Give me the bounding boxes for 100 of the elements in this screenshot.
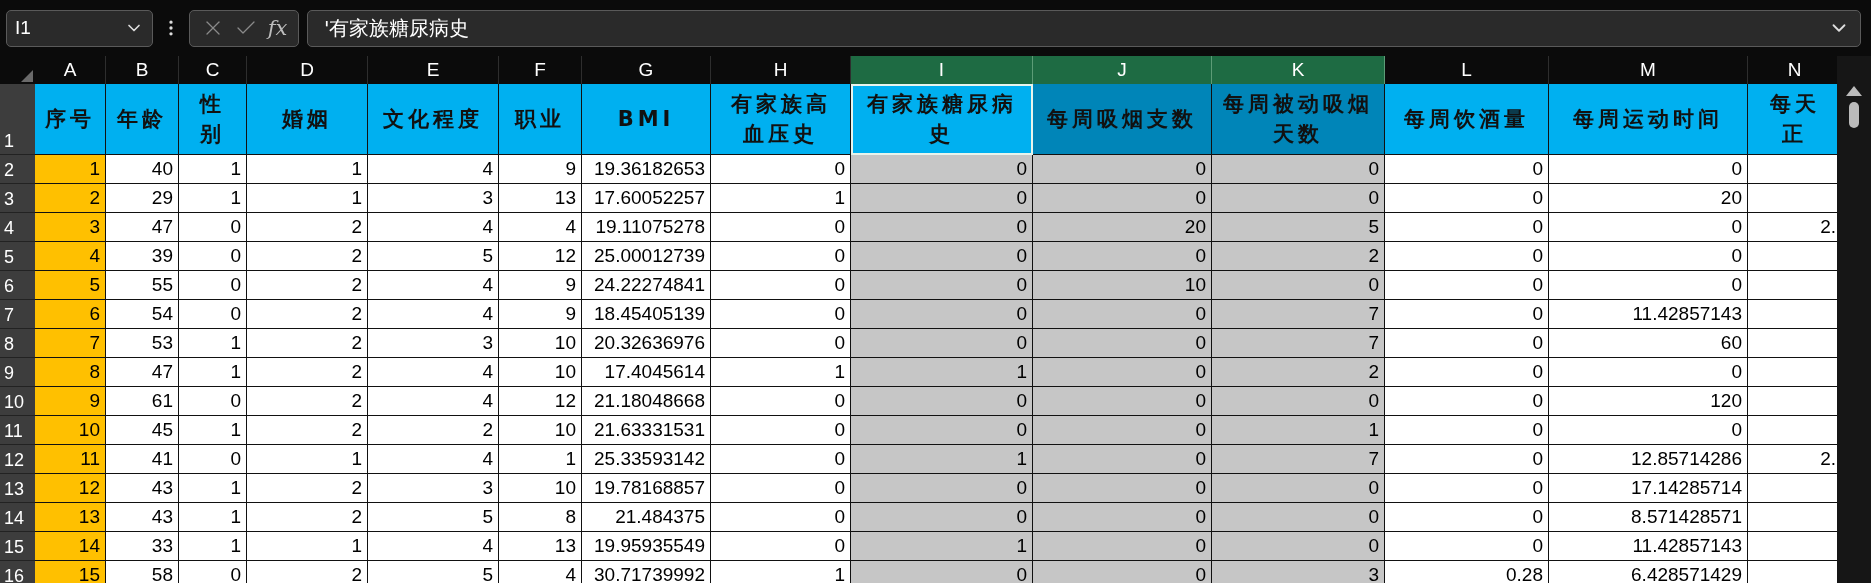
table-cell: 0 — [179, 271, 247, 300]
table-cell: 0 — [1385, 503, 1549, 532]
table-cell: 0 — [1033, 387, 1212, 416]
heading-cell: 每周饮酒量 — [1385, 84, 1549, 155]
table-cell: 10 — [35, 416, 106, 445]
scroll-thumb[interactable] — [1849, 102, 1859, 128]
table-cell: 0 — [1385, 242, 1549, 271]
table-cell: 29 — [106, 184, 179, 213]
table-cell: 0 — [711, 387, 851, 416]
table-cell: 4 — [368, 445, 499, 474]
table-cell: 30.71739992 — [582, 561, 711, 583]
row-header[interactable]: 3 — [0, 184, 35, 213]
table-cell: 0 — [1033, 155, 1212, 184]
row-header[interactable]: 9 — [0, 358, 35, 387]
table-cell: 13 — [35, 503, 106, 532]
table-cell: 2 — [247, 474, 368, 503]
row-header[interactable]: 15 — [0, 532, 35, 561]
row-header[interactable]: 14 — [0, 503, 35, 532]
table-cell: 2 — [247, 300, 368, 329]
heading-cell: 婚姻 — [247, 84, 368, 155]
formula-field[interactable]: '有家族糖尿病史 — [307, 9, 1861, 47]
table-cell: 0 — [1385, 358, 1549, 387]
table-cell: 1 — [179, 358, 247, 387]
column-header[interactable]: K — [1212, 56, 1385, 84]
table-cell: 1 — [247, 532, 368, 561]
vertical-scrollbar[interactable] — [1837, 56, 1871, 583]
row-header[interactable]: 8 — [0, 329, 35, 358]
row-header[interactable]: 11 — [0, 416, 35, 445]
table-cell: 4 — [368, 271, 499, 300]
table-cell: 58 — [106, 561, 179, 583]
table-cell: 2 — [247, 329, 368, 358]
heading-cell: 序号 — [35, 84, 106, 155]
table-cell: 43 — [106, 503, 179, 532]
table-cell: 2 — [247, 416, 368, 445]
table-cell: 0 — [1385, 445, 1549, 474]
table-cell: 4 — [499, 561, 582, 583]
table-cell: 2 — [247, 358, 368, 387]
row-header[interactable]: 6 — [0, 271, 35, 300]
table-cell: 0 — [1212, 387, 1385, 416]
row-header[interactable]: 10 — [0, 387, 35, 416]
table-cell: 1 — [179, 532, 247, 561]
table-cell: 1 — [35, 155, 106, 184]
table-cell: 0 — [1549, 213, 1748, 242]
table-cell: 0 — [1212, 184, 1385, 213]
row-header[interactable]: 4 — [0, 213, 35, 242]
table-cell: 4 — [499, 213, 582, 242]
table-cell: 0 — [1385, 300, 1549, 329]
table-cell: 0 — [1033, 242, 1212, 271]
table-cell: 3 — [368, 184, 499, 213]
heading-cell: 有家族糖尿病史 — [851, 84, 1033, 155]
table-cell: 11 — [35, 445, 106, 474]
table-cell: 0 — [711, 445, 851, 474]
name-box[interactable]: I1 — [6, 9, 153, 47]
heading-cell: 每周运动时间 — [1549, 84, 1748, 155]
row-header[interactable]: 2 — [0, 155, 35, 184]
table-cell: 4 — [35, 242, 106, 271]
table-cell: 0 — [1385, 474, 1549, 503]
table-cell: 0 — [711, 503, 851, 532]
table-cell: 0 — [1549, 242, 1748, 271]
table-cell: 0 — [179, 300, 247, 329]
heading-cell: 有家族高血压史 — [711, 84, 851, 155]
insert-function-button[interactable]: fx — [267, 16, 288, 40]
table-cell: 1 — [247, 445, 368, 474]
table-cell: 0 — [1033, 358, 1212, 387]
table-cell: 10 — [499, 329, 582, 358]
table-cell: 0 — [1033, 503, 1212, 532]
row-header[interactable]: 12 — [0, 445, 35, 474]
row-header[interactable]: 13 — [0, 474, 35, 503]
table-cell: 0 — [851, 329, 1033, 358]
select-all-icon[interactable] — [21, 70, 33, 82]
table-cell: 0 — [711, 416, 851, 445]
table-cell: 3 — [1212, 561, 1385, 583]
column-header[interactable]: I — [851, 56, 1033, 84]
table-cell: 0 — [851, 271, 1033, 300]
table-cell: 45 — [106, 416, 179, 445]
row-header[interactable]: 1 — [0, 84, 35, 155]
row-header[interactable]: 16 — [0, 561, 35, 583]
table-cell: 5 — [1212, 213, 1385, 242]
table-cell: 0 — [1212, 474, 1385, 503]
table-cell: 25.00012739 — [582, 242, 711, 271]
table-cell: 9 — [499, 155, 582, 184]
table-cell: 0 — [851, 155, 1033, 184]
row-header[interactable]: 5 — [0, 242, 35, 271]
row-header[interactable]: 7 — [0, 300, 35, 329]
table-cell: 12 — [499, 242, 582, 271]
table-cell: 11.42857143 — [1549, 300, 1748, 329]
table-cell: 0 — [711, 155, 851, 184]
table-cell: 0 — [1385, 532, 1549, 561]
table-cell: 0 — [1033, 329, 1212, 358]
table-cell: 0 — [851, 242, 1033, 271]
table-cell: 20.32636976 — [582, 329, 711, 358]
table-cell: 0 — [179, 445, 247, 474]
table-cell: 19.11075278 — [582, 213, 711, 242]
table-cell: 4 — [368, 358, 499, 387]
table-cell: 0 — [179, 387, 247, 416]
table-cell: 24.22274841 — [582, 271, 711, 300]
table-cell: 4 — [368, 532, 499, 561]
table-cell: 1 — [851, 358, 1033, 387]
column-header[interactable]: J — [1033, 56, 1212, 84]
table-cell: 20 — [1549, 184, 1748, 213]
